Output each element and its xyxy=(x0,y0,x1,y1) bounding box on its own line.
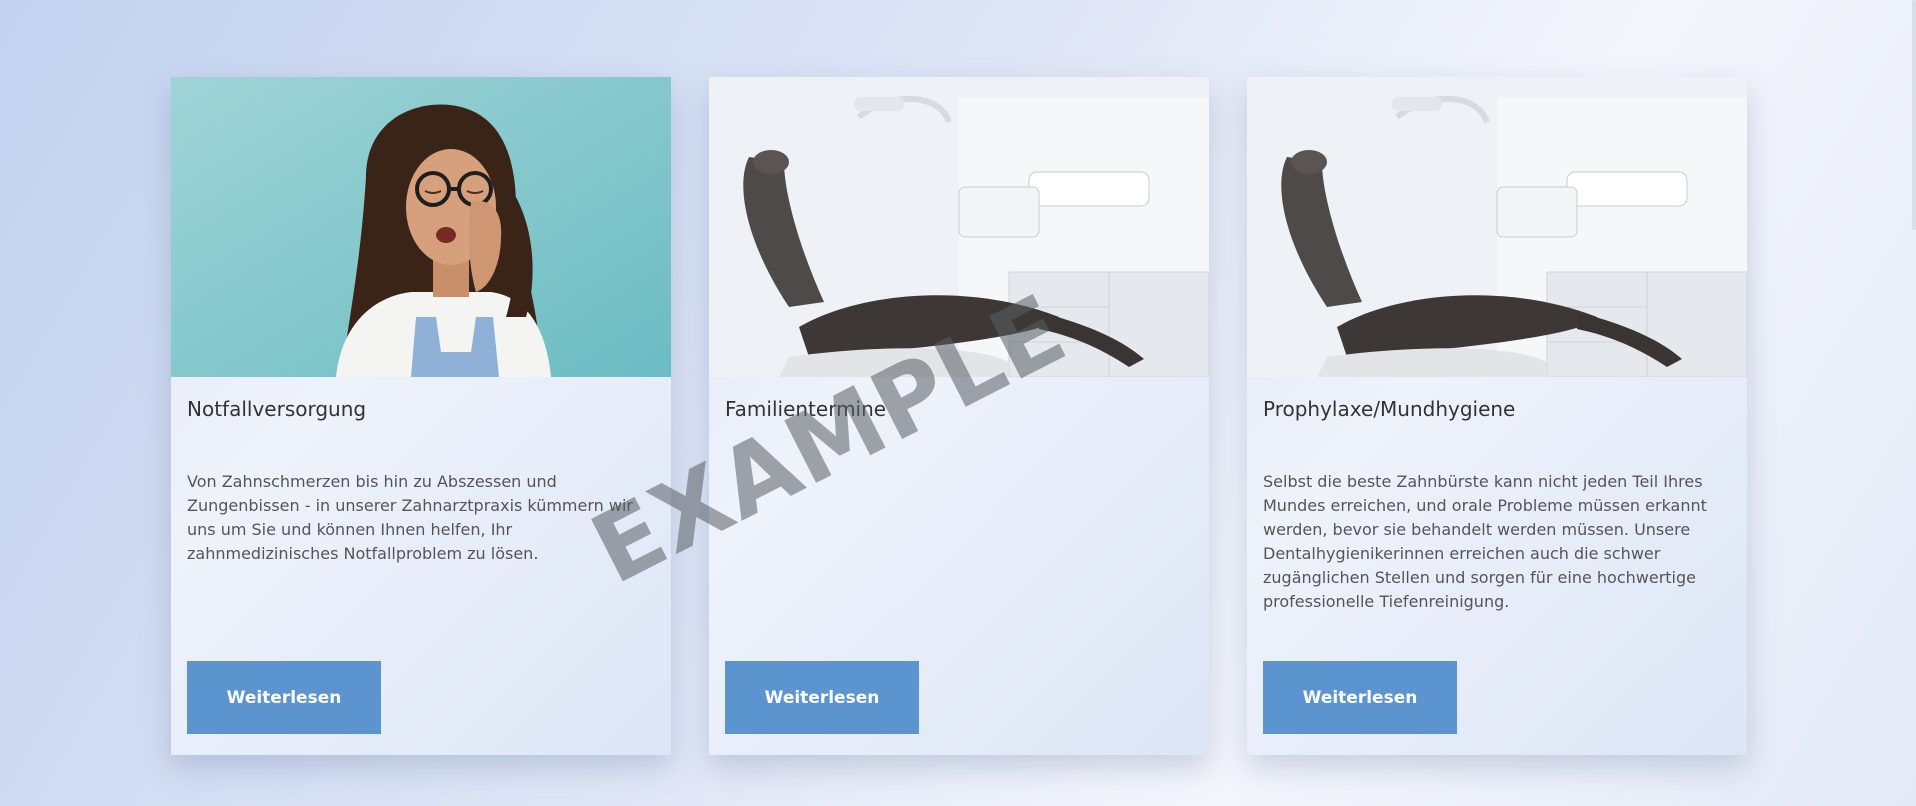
service-card-prophylaxe: Prophylaxe/Mundhygiene Selbst die beste … xyxy=(1247,77,1747,755)
scrollbar-thumb[interactable] xyxy=(1912,0,1916,230)
service-card-notfall: Notfallversorgung Von Zahnschmerzen bis … xyxy=(171,77,671,755)
read-more-button[interactable]: Weiterlesen xyxy=(1263,661,1457,734)
dental-chair-photo xyxy=(1247,77,1747,377)
read-more-button[interactable]: Weiterlesen xyxy=(187,661,381,734)
card-title: Notfallversorgung xyxy=(187,397,367,421)
card-title: Prophylaxe/Mundhygiene xyxy=(1263,397,1516,421)
card-description: Selbst die beste Zahnbürste kann nicht j… xyxy=(1263,472,1707,611)
dental-chair-photo xyxy=(709,77,1209,377)
read-more-button[interactable]: Weiterlesen xyxy=(725,661,919,734)
girl-with-toothache-photo xyxy=(171,77,671,377)
card-description: Von Zahnschmerzen bis hin zu Abszessen u… xyxy=(187,472,633,563)
card-title: Familientermine xyxy=(725,397,887,421)
service-card-familientermine: Familientermine Weiterlesen xyxy=(709,77,1209,755)
services-cards: Notfallversorgung Von Zahnschmerzen bis … xyxy=(171,77,1747,755)
